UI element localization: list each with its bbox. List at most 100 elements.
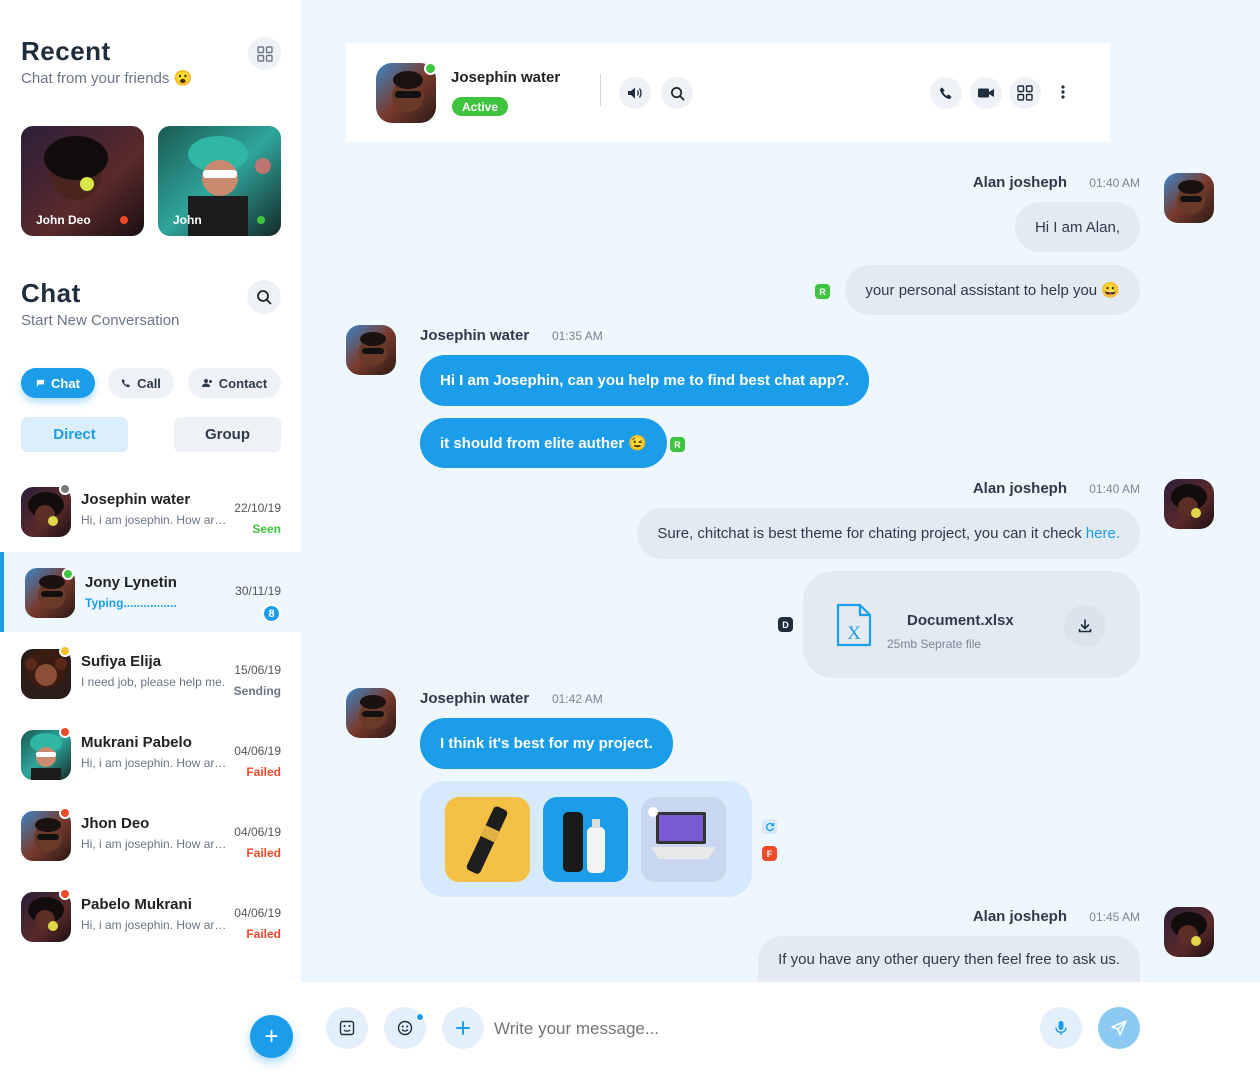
status-badge: Failed — [246, 846, 281, 860]
contact-name: Jony Lynetin — [85, 574, 177, 591]
refresh-icon — [765, 822, 774, 831]
excel-file-icon: X — [836, 603, 872, 647]
recent-subtitle: Chat from your friends 😮 — [21, 70, 193, 87]
tab-contact[interactable]: Contact — [188, 368, 281, 398]
video-camera-icon — [978, 88, 994, 98]
message-bubble: Hi I am Alan, — [1014, 202, 1140, 252]
gallery-image[interactable] — [445, 797, 530, 882]
tab-chat[interactable]: Chat — [21, 368, 95, 398]
message-time: 01:40 AM — [1089, 482, 1140, 496]
new-chat-button[interactable]: + — [250, 1015, 293, 1058]
message-date: 15/06/19 — [234, 663, 281, 677]
message-input[interactable] — [494, 1012, 1014, 1046]
typing-indicator: Typing................ — [85, 596, 177, 610]
message-time: 01:40 AM — [1089, 176, 1140, 190]
status-badge: Failed — [246, 765, 281, 779]
search-chat-button[interactable] — [247, 280, 281, 314]
sidebar: Recent Chat from your friends 😮 John Deo… — [0, 0, 301, 1076]
smiley-icon — [397, 1020, 413, 1036]
notification-dot — [416, 1013, 424, 1021]
kebab-menu-icon — [1061, 85, 1065, 99]
conversation-item[interactable]: Sufiya Elija I need job, please help me.… — [0, 641, 301, 722]
presence-dot — [62, 568, 74, 580]
avatar — [1164, 479, 1214, 529]
grid-icon — [256, 45, 273, 62]
send-button[interactable] — [1098, 1007, 1140, 1049]
voice-message-button[interactable] — [1040, 1007, 1082, 1049]
story-card-john-deo[interactable]: John Deo — [21, 126, 144, 236]
avatar — [1164, 173, 1214, 223]
story-status-dot — [120, 216, 128, 224]
audio-button[interactable] — [619, 77, 651, 109]
attach-button[interactable] — [442, 1007, 484, 1049]
search-messages-button[interactable] — [661, 77, 693, 109]
divider — [600, 74, 601, 106]
apps-button[interactable] — [1009, 77, 1041, 109]
chat-subtitle: Start New Conversation — [21, 312, 180, 329]
story-status-dot — [257, 216, 265, 224]
file-name: Document.xlsx — [907, 612, 1014, 629]
segment-direct[interactable]: Direct — [21, 417, 128, 452]
message-bubble: If you have any other query then feel fr… — [758, 936, 1140, 982]
video-call-button[interactable] — [970, 77, 1002, 109]
segment-group[interactable]: Group — [174, 417, 281, 452]
presence-dot — [59, 645, 71, 657]
search-icon — [670, 86, 684, 100]
emoji-button[interactable] — [384, 1007, 426, 1049]
file-meta: 25mb Seprate file — [887, 637, 982, 651]
status-badge: Active — [452, 97, 509, 116]
avatar — [1164, 907, 1214, 957]
presence-dot — [424, 62, 437, 75]
retry-button[interactable] — [762, 819, 777, 834]
download-icon — [1078, 619, 1092, 633]
voice-call-button[interactable] — [930, 77, 962, 109]
message-bubble: it should from elite auther 😉 — [420, 418, 668, 468]
phone-icon — [939, 87, 952, 100]
grid-icon — [1017, 85, 1033, 101]
flag-icon — [36, 379, 45, 387]
sender-name: Josephin water — [420, 327, 530, 344]
send-icon — [1111, 1020, 1127, 1036]
gallery-image[interactable] — [641, 797, 726, 882]
conversation-item[interactable]: Josephin water Hi, i am josephin. How ar… — [0, 479, 301, 560]
message-bubble: Hi I am Josephin, can you help me to fin… — [420, 355, 870, 406]
conversation-item[interactable]: Mukrani Pabelo Hi, i am josephin. How ar… — [0, 722, 301, 803]
message-time: 01:42 AM — [552, 692, 603, 706]
conversation-item-active[interactable]: Jony Lynetin Typing................ 30/1… — [0, 552, 301, 632]
message-composer — [301, 982, 1260, 1076]
avatar — [346, 325, 396, 375]
status-badge: Failed — [246, 927, 281, 941]
message-date: 30/11/19 — [235, 584, 281, 598]
message-date: 04/06/19 — [234, 906, 281, 920]
message-date: 22/10/19 — [234, 501, 281, 515]
message-date: 04/06/19 — [234, 744, 281, 758]
message-time: 01:35 AM — [552, 329, 603, 343]
sticker-icon — [339, 1020, 355, 1036]
chat-header: Josephin water Active — [346, 43, 1110, 142]
microphone-icon — [1055, 1021, 1067, 1035]
message-preview: Hi, i am josephin. How are you.. ! There… — [81, 513, 233, 527]
message-bubble: I think it's best for my project. — [420, 718, 673, 769]
message-link[interactable]: here. — [1086, 525, 1120, 542]
story-card-john[interactable]: John — [158, 126, 281, 236]
recent-title: Recent — [21, 36, 111, 66]
gallery-image[interactable] — [543, 797, 628, 882]
read-receipt-tag: R — [815, 284, 830, 299]
contact-name: Mukrani Pabelo — [81, 734, 192, 751]
delivered-tag: D — [778, 617, 793, 632]
message-preview: Hi, i am josephin. How are you.. ! There… — [81, 837, 233, 851]
plus-icon — [456, 1021, 470, 1035]
sticker-button[interactable] — [326, 1007, 368, 1049]
sender-name: Alan josheph — [972, 480, 1067, 497]
tab-call[interactable]: Call — [108, 368, 174, 398]
sender-name: Alan josheph — [972, 174, 1067, 191]
more-options-button[interactable] — [1056, 85, 1070, 101]
grid-view-button[interactable] — [248, 37, 281, 70]
file-attachment: X Document.xlsx 25mb Seprate file — [803, 571, 1140, 678]
download-button[interactable] — [1064, 605, 1106, 647]
story-name: John Deo — [36, 213, 91, 227]
conversation-item[interactable]: Pabelo Mukrani Hi, i am josephin. How ar… — [0, 884, 301, 965]
contact-name: Pabelo Mukrani — [81, 896, 192, 913]
conversation-item[interactable]: Jhon Deo Hi, i am josephin. How are you.… — [0, 803, 301, 884]
tab-label: Call — [137, 375, 161, 391]
